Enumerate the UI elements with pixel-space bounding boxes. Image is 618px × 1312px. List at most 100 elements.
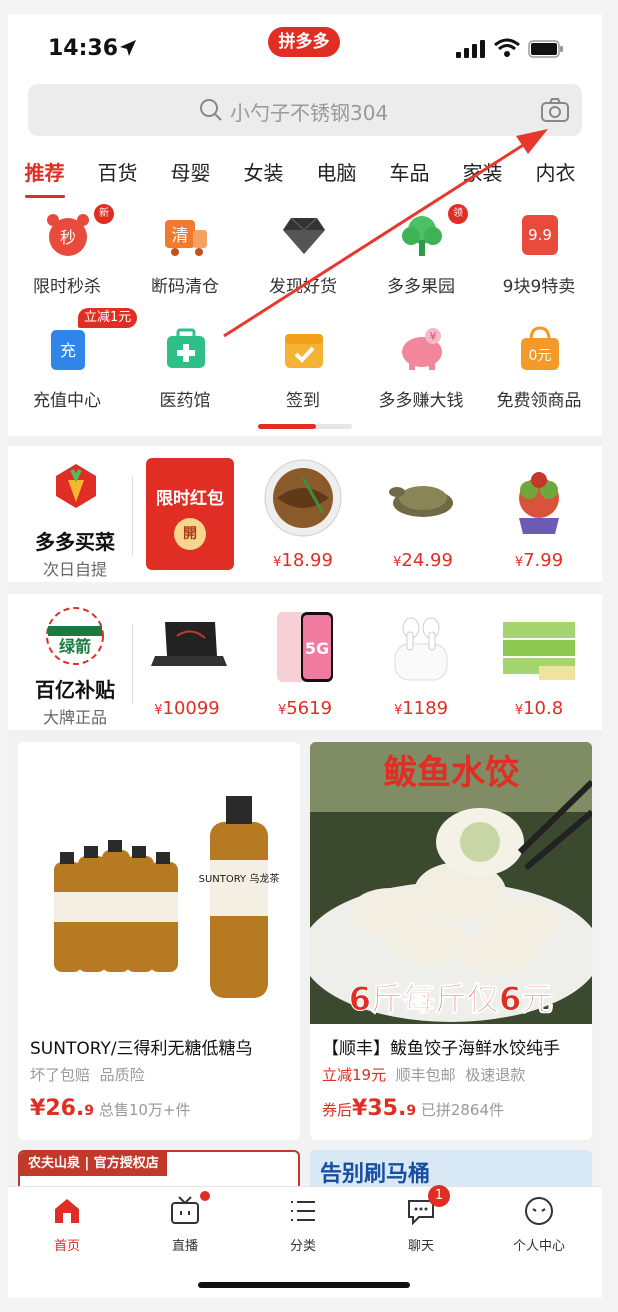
- shortcut-label: 发现好货: [269, 277, 337, 297]
- svg-text:清: 清: [172, 226, 189, 246]
- subsidy-product[interactable]: ¥1189: [366, 594, 476, 730]
- feed-card[interactable]: 鲅鱼水饺 6斤每斤仅6元 【顺丰】鲅鱼饺子海鲜水饺纯手 立减19元 顺丰包邮 极…: [310, 742, 592, 1140]
- shortcut-clearance[interactable]: 清 断码清仓: [126, 204, 244, 314]
- shortcut-discover[interactable]: 发现好货: [244, 204, 362, 314]
- iphone-5g-image: 5G: [277, 612, 333, 682]
- product-price: 10.8: [523, 698, 564, 719]
- subsidy-product[interactable]: ¥10099: [132, 594, 242, 730]
- eel-plate-image: [264, 459, 342, 537]
- ad-headline: 告别刷马桶: [320, 1162, 431, 1187]
- feed-card[interactable]: SUNTORY 乌龙茶 SUNTORY/三得利无糖低糖乌 坏了包赔 品质险 ¥2…: [18, 742, 300, 1140]
- tab-computer[interactable]: 电脑: [300, 154, 373, 200]
- location-arrow-icon: [120, 40, 136, 56]
- tab-baby[interactable]: 母婴: [154, 154, 227, 200]
- cellular-signal-icon: [456, 40, 485, 58]
- tab-bar-category[interactable]: 分类: [244, 1195, 362, 1255]
- discount-tag: 立减19元: [322, 1066, 387, 1084]
- header: 14:36 拼多多 小勺子不锈钢304 推荐 百货 母婴 女装 电脑 车品 家装…: [8, 14, 602, 200]
- shortcut-earn-money[interactable]: ¥ 多多赚大钱: [362, 318, 480, 428]
- phone-charge-icon: 充: [51, 330, 85, 370]
- grocery-product[interactable]: ¥24.99: [368, 446, 478, 582]
- subsidy-subtitle: 大牌正品: [42, 708, 107, 727]
- sold-count: 已拼2864件: [420, 1101, 505, 1119]
- chat-unread-count: 1: [428, 1185, 450, 1207]
- shortcut-9-9-sale[interactable]: 9.9 9块9特卖: [480, 204, 598, 314]
- store-banner: 农夫山泉 | 官方授权店: [20, 1152, 167, 1176]
- product-price: 10099: [162, 698, 220, 719]
- medicine-box-icon: [167, 328, 205, 368]
- category-tabs: 推荐 百货 母婴 女装 电脑 车品 家装 内衣: [8, 154, 602, 200]
- feed-card-peek[interactable]: 农夫山泉 | 官方授权店: [18, 1150, 300, 1190]
- subsidy-product[interactable]: 5G ¥5619: [250, 594, 360, 730]
- grocery-brand[interactable]: 多多买菜 次日自提: [20, 456, 130, 579]
- tab-general[interactable]: 百货: [81, 154, 154, 200]
- grocery-subtitle: 次日自提: [42, 560, 107, 579]
- shortcut-flash-sale[interactable]: 秒 新 限时秒杀: [8, 204, 126, 314]
- tab-bar-live[interactable]: 直播: [126, 1195, 244, 1255]
- soft-shell-turtle-image: [389, 486, 453, 517]
- shortcut-label: 断码清仓: [151, 277, 219, 297]
- tag: 极速退款: [465, 1066, 526, 1084]
- shortcut-label: 多多果园: [387, 277, 455, 297]
- home-indicator: [198, 1282, 410, 1288]
- tab-women[interactable]: 女装: [227, 154, 300, 200]
- shortcut-orchard[interactable]: 领 多多果园: [362, 204, 480, 314]
- grocery-section[interactable]: 多多买菜 次日自提 限时红包 開 ¥18.99 ¥24.99 ¥7.99: [8, 446, 602, 582]
- svg-text:充: 充: [60, 341, 76, 360]
- tab-bar-chat[interactable]: 聊天: [362, 1195, 480, 1255]
- price: 26.: [45, 1096, 85, 1121]
- tissue-pack-image: [503, 622, 575, 680]
- open-coin-icon: 開: [174, 518, 206, 550]
- diamond-icon: [283, 217, 325, 254]
- product-title: 【顺丰】鲅鱼饺子海鲜水饺纯手: [322, 1039, 560, 1059]
- subsidy-title: 百亿补贴: [35, 678, 115, 702]
- search-bar[interactable]: 小勺子不锈钢304: [28, 84, 582, 136]
- tag: 顺丰包邮: [395, 1066, 456, 1084]
- bottle-label: SUNTORY 乌龙茶: [199, 872, 280, 885]
- carrot-logo-icon: [56, 464, 96, 508]
- product-price: 18.99: [281, 550, 333, 571]
- wifi-icon: [494, 38, 520, 57]
- sold-count: 总售10万+件: [98, 1101, 191, 1119]
- svg-text:0元: 0元: [529, 348, 552, 364]
- tv-icon: [171, 1196, 199, 1224]
- grocery-product[interactable]: ¥7.99: [484, 446, 594, 582]
- app-logo: 拼多多: [268, 27, 340, 57]
- shortcut-pharmacy[interactable]: 医药馆: [126, 318, 244, 428]
- tab-underwear[interactable]: 内衣: [519, 154, 592, 200]
- product-price: 24.99: [401, 550, 453, 571]
- shortcut-label: 签到: [286, 391, 320, 411]
- camera-icon[interactable]: [540, 96, 570, 124]
- tab-home[interactable]: 家装: [446, 154, 519, 200]
- tab-recommend[interactable]: 推荐: [8, 154, 81, 200]
- shortcut-grid: 秒 新 限时秒杀 清 断码清仓 发现好货 领 多多果园 9.9 9块9特卖 充 …: [8, 200, 602, 436]
- shortcut-recharge[interactable]: 充 充值中心: [8, 318, 126, 428]
- subsidy-product[interactable]: ¥10.8: [484, 594, 594, 730]
- subsidy-brand[interactable]: 绿箭 百亿补贴 大牌正品: [20, 604, 130, 727]
- grocery-product[interactable]: ¥18.99: [248, 446, 358, 582]
- claim-badge: 领: [448, 204, 468, 224]
- red-packet-promo[interactable]: 限时红包 開: [146, 458, 234, 570]
- tag: 品质险: [99, 1066, 145, 1084]
- gaming-laptop-image: [151, 622, 227, 666]
- grocery-title: 多多买菜: [35, 530, 115, 554]
- shortcut-label: 9块9特卖: [502, 277, 576, 297]
- status-bar: 14:36 拼多多: [8, 14, 602, 80]
- tab-car[interactable]: 车品: [373, 154, 446, 200]
- search-input[interactable]: 小勺子不锈钢304: [230, 97, 388, 126]
- shortcut-check-in[interactable]: 签到: [244, 318, 362, 428]
- svg-text:9.9: 9.9: [528, 226, 552, 244]
- product-price: 5619: [286, 698, 333, 719]
- tab-bar-home[interactable]: 首页: [8, 1195, 126, 1255]
- status-time: 14:36: [48, 36, 119, 61]
- grid-page-indicator: [258, 424, 352, 429]
- tab-bar-profile[interactable]: 个人中心: [480, 1195, 598, 1255]
- price: 35.: [367, 1096, 407, 1121]
- airpods-image: [394, 617, 448, 681]
- succulent-plant-image: [519, 472, 559, 534]
- doublemint-logo-icon: 绿箭: [46, 607, 104, 665]
- price-prefix: 券后: [322, 1101, 353, 1119]
- feed-card-peek[interactable]: 告别刷马桶: [310, 1150, 592, 1190]
- shortcut-free-goods[interactable]: 0元 免费领商品: [480, 318, 598, 428]
- subsidy-section[interactable]: 绿箭 百亿补贴 大牌正品 ¥10099 5G ¥5619 ¥1189 ¥10.8: [8, 594, 602, 730]
